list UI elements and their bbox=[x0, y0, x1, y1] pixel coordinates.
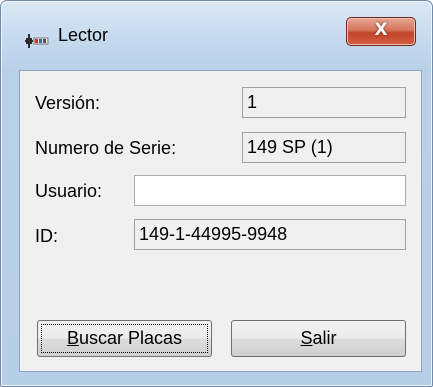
window-title: Lector bbox=[58, 25, 109, 45]
exit-button[interactable]: Salir bbox=[231, 320, 406, 357]
search-plates-accesskey: B bbox=[66, 328, 79, 348]
user-label: Usuario: bbox=[35, 181, 103, 201]
close-icon: X bbox=[374, 20, 388, 40]
exit-label: alir bbox=[312, 328, 337, 348]
dialog-window: Lector X Versión: 1 Numero de Serie: 149… bbox=[0, 0, 433, 387]
user-input[interactable] bbox=[134, 175, 406, 206]
search-plates-label: uscar Placas bbox=[78, 328, 183, 348]
close-button[interactable]: X bbox=[346, 17, 416, 46]
app-icon bbox=[25, 31, 49, 51]
version-field: 1 bbox=[242, 87, 406, 118]
title-bar[interactable]: Lector X bbox=[1, 1, 432, 69]
id-field: 149-1-44995-9948 bbox=[134, 219, 406, 250]
search-plates-button[interactable]: Buscar Placas bbox=[37, 320, 212, 357]
serial-number-field: 149 SP (1) bbox=[242, 132, 406, 163]
id-label: ID: bbox=[35, 226, 59, 246]
exit-accesskey: S bbox=[300, 328, 313, 348]
dialog-client-area: Versión: 1 Numero de Serie: 149 SP (1) U… bbox=[19, 70, 422, 372]
version-label: Versión: bbox=[35, 93, 101, 113]
serial-number-label: Numero de Serie: bbox=[35, 138, 177, 158]
